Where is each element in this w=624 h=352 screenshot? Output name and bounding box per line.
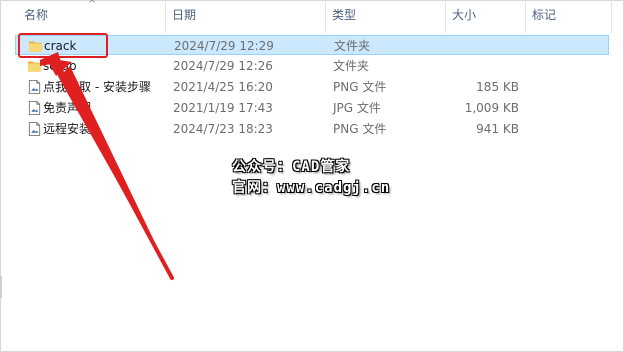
- file-date: 2021/4/25 16:20: [173, 80, 273, 94]
- file-size: 941 KB: [476, 122, 519, 136]
- annotation-highlight-box: [18, 33, 108, 58]
- file-date: 2024/7/23 18:23: [173, 122, 273, 136]
- file-size: [435, 56, 519, 76]
- file-type: PNG 文件: [333, 122, 387, 136]
- watermark-wechat: 公众号：CAD管家: [232, 159, 351, 175]
- column-header-date[interactable]: 日期: [166, 0, 326, 33]
- column-date-label: 日期: [172, 8, 197, 22]
- file-name: 远程安装: [43, 122, 92, 136]
- file-date: 2021/1/19 17:43: [173, 101, 273, 115]
- file-date: 2024/7/29 12:29: [174, 39, 274, 53]
- column-header-bar: 名称 ^ 日期 类型 大小 标记: [0, 0, 624, 33]
- column-size-label: 大小: [452, 8, 477, 22]
- image-file-icon: [28, 100, 41, 116]
- file-type: 文件夹: [334, 39, 371, 53]
- file-row-remote-install[interactable]: 远程安装 2024/7/23 18:23 PNG 文件 941 KB: [15, 119, 609, 139]
- folder-icon: [27, 61, 42, 72]
- file-name: 点我获取 - 安装步骤: [43, 80, 151, 94]
- file-row-disclaimer[interactable]: 免责声明 2021/1/19 17:43 JPG 文件 1,009 KB: [15, 98, 609, 118]
- column-type-label: 类型: [332, 8, 357, 22]
- sort-ascending-icon: ^: [88, 0, 97, 10]
- file-name: setup: [43, 59, 77, 73]
- column-tags-label: 标记: [532, 8, 557, 22]
- image-file-icon: [28, 121, 41, 137]
- file-type: JPG 文件: [333, 101, 381, 115]
- scrollbar-track-marker[interactable]: [0, 276, 2, 298]
- file-size: [436, 36, 520, 56]
- file-date: 2024/7/29 12:26: [173, 59, 273, 73]
- file-name: 免责声明: [43, 101, 92, 115]
- column-header-tags[interactable]: 标记: [526, 0, 612, 33]
- column-header-size[interactable]: 大小: [446, 0, 526, 33]
- file-row-install-steps[interactable]: 点我获取 - 安装步骤 2021/4/25 16:20 PNG 文件 185 K…: [15, 77, 609, 97]
- image-file-icon: [28, 79, 41, 95]
- file-type: 文件夹: [333, 59, 370, 73]
- column-name-label: 名称: [24, 8, 49, 22]
- file-size: 1,009 KB: [464, 101, 519, 115]
- file-size: 185 KB: [476, 80, 519, 94]
- file-row-setup[interactable]: setup 2024/7/29 12:26 文件夹: [15, 56, 609, 76]
- column-header-type[interactable]: 类型: [326, 0, 446, 33]
- file-type: PNG 文件: [333, 80, 387, 94]
- watermark-website: 官网：www.cadgj.cn: [232, 180, 391, 196]
